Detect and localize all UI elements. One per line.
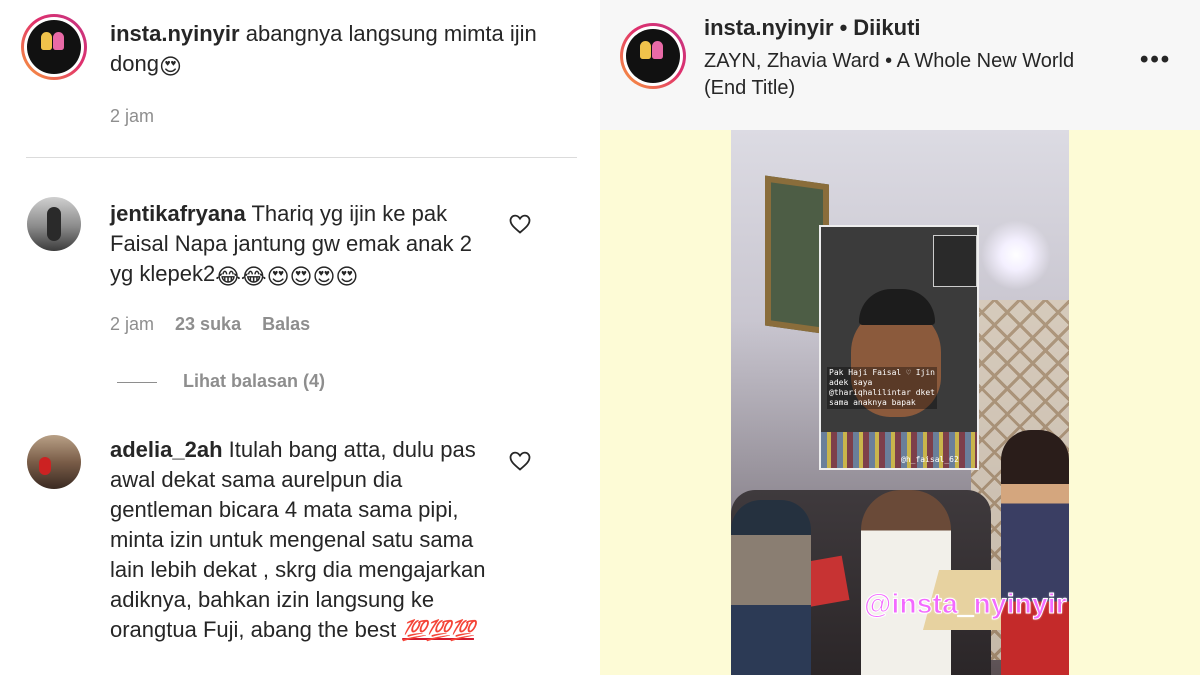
watermark: @insta_nyinyir	[864, 588, 1068, 620]
comment-time: 2 jam	[110, 314, 155, 334]
replies-line	[117, 382, 157, 383]
reply-button[interactable]: Balas	[262, 314, 310, 334]
comment-emoji: 😍	[158, 54, 182, 79]
comment-1-body: insta.nyinyir abangnya langsung mimta ij…	[110, 19, 550, 82]
follow-status[interactable]: Diikuti	[853, 15, 920, 40]
heart-icon[interactable]	[508, 212, 532, 236]
post-header: insta.nyinyir • Diikuti ZAYN, Zhavia Ward …	[600, 0, 1200, 130]
heart-icon[interactable]	[508, 449, 532, 473]
comments-panel: insta.nyinyir abangnya langsung mimta ij…	[0, 0, 600, 675]
post-username[interactable]: insta.nyinyir	[704, 15, 834, 40]
comment-3-body: adelia_2ah Itulah bang atta, dulu pas aw…	[110, 435, 490, 646]
story-screenshot: Pak Haji Faisal ♡ Ijin adek saya @thariq…	[819, 225, 979, 470]
chandelier-light	[981, 220, 1051, 290]
person-left	[731, 500, 811, 675]
view-replies-button[interactable]: Lihat balasan (4)	[183, 371, 325, 392]
comment-username[interactable]: insta.nyinyir	[110, 21, 240, 46]
divider	[26, 157, 577, 158]
comment-text: Itulah bang atta, dulu pas awal dekat sa…	[110, 437, 486, 642]
story-pattern	[821, 432, 977, 468]
story-caption: Pak Haji Faisal ♡ Ijin adek saya @thariq…	[827, 367, 937, 409]
post-audio[interactable]: ZAYN, Zhavia Ward • A Whole New World (E…	[704, 48, 1104, 102]
comment-meta: 2 jam 23 suka Balas	[110, 314, 310, 335]
story-inset	[933, 235, 977, 287]
comment-2-body: jentikafryana Thariq yg ijin ke pak Fais…	[110, 199, 490, 292]
comment-username[interactable]: jentikafryana	[110, 201, 246, 226]
avatar-jentikafryana[interactable]	[27, 197, 81, 251]
like-count[interactable]: 23 suka	[175, 314, 241, 334]
comment-time: 2 jam	[110, 106, 155, 126]
separator-dot: •	[839, 15, 848, 40]
story-cap	[859, 289, 935, 325]
post-username-row: insta.nyinyir • Diikuti	[704, 15, 921, 41]
comment-emoji: 😂😂😍😍😍😍	[215, 264, 359, 289]
avatar-adelia-2ah[interactable]	[27, 435, 81, 489]
story-tag: @h_faisal_62	[901, 455, 959, 464]
comment-emoji: 💯💯💯	[402, 620, 475, 642]
comment-username[interactable]: adelia_2ah	[110, 437, 223, 462]
more-icon[interactable]: •••	[1140, 46, 1171, 74]
person-right	[1001, 430, 1069, 675]
avatar-insta-nyinyir[interactable]	[21, 14, 87, 80]
post-avatar[interactable]	[620, 23, 686, 89]
